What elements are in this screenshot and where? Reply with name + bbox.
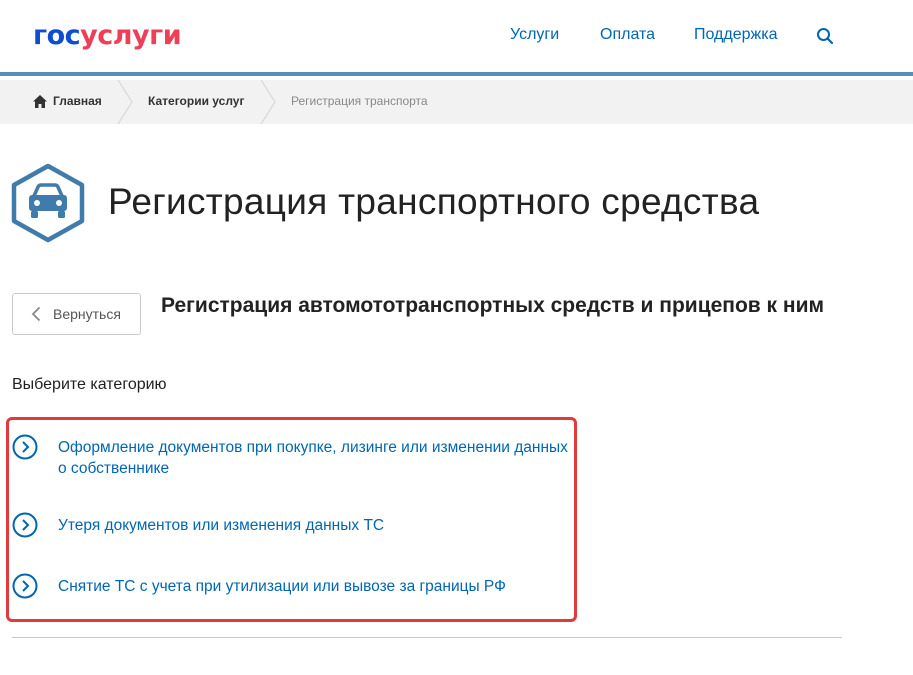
- nav-support[interactable]: Поддержка: [694, 26, 777, 44]
- home-icon: [33, 94, 47, 108]
- page: госуслуги Услуги Оплата Поддержка Главна…: [0, 0, 913, 675]
- logo-part-gos: гос: [33, 20, 81, 51]
- site-header: госуслуги Услуги Оплата Поддержка: [0, 0, 913, 76]
- chevron-circle-right-icon: [12, 512, 38, 538]
- breadcrumb-categories[interactable]: Категории услуг: [148, 94, 244, 108]
- choose-category-label: Выберите категорию: [12, 376, 167, 393]
- category-link-label: Снятие ТС с учета при утилизации или выв…: [58, 578, 506, 595]
- back-button[interactable]: Вернуться: [12, 293, 141, 335]
- breadcrumb-current: Регистрация транспорта: [291, 94, 428, 108]
- breadcrumb: Главная Категории услуг Регистрация тран…: [0, 80, 913, 124]
- breadcrumb-separator-icon: [117, 80, 133, 124]
- chevron-circle-right-icon: [12, 573, 38, 599]
- category-link-label: Оформление документов при покупке, лизин…: [58, 439, 568, 477]
- nav-payment[interactable]: Оплата: [600, 26, 655, 44]
- logo-part-uslugi: услуги: [80, 20, 182, 51]
- chevron-circle-right-icon: [12, 434, 38, 460]
- chevron-left-icon: [31, 306, 41, 322]
- breadcrumb-home[interactable]: Главная: [33, 94, 102, 108]
- page-title: Регистрация транспортного средства: [108, 181, 760, 222]
- category-link[interactable]: Утеря документов или изменения данных ТС: [12, 512, 568, 538]
- search-icon[interactable]: [816, 27, 834, 45]
- category-link[interactable]: Оформление документов при покупке, лизин…: [12, 434, 568, 479]
- gosuslugi-logo[interactable]: госуслуги: [33, 20, 182, 51]
- car-icon: [11, 163, 85, 243]
- divider: [12, 637, 842, 638]
- back-button-label: Вернуться: [53, 306, 121, 322]
- service-subtitle: Регистрация автомототранспортных средств…: [161, 294, 825, 317]
- category-link-label: Утеря документов или изменения данных ТС: [58, 517, 385, 534]
- category-link[interactable]: Снятие ТС с учета при утилизации или выв…: [12, 573, 568, 599]
- nav-services[interactable]: Услуги: [510, 26, 559, 44]
- breadcrumb-home-label: Главная: [53, 94, 102, 108]
- breadcrumb-separator-icon: [260, 80, 276, 124]
